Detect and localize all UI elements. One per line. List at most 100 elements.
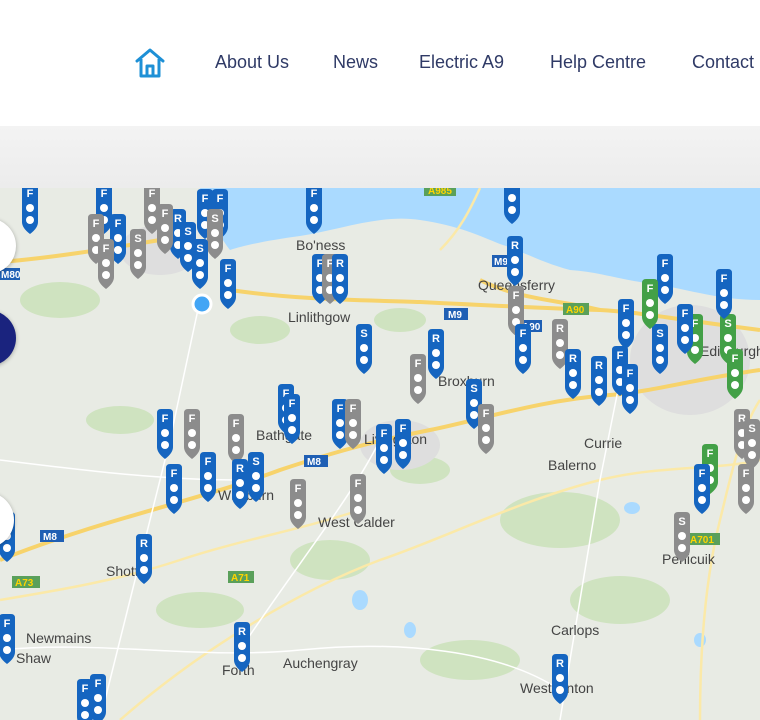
home-icon[interactable]: [134, 46, 166, 80]
map-canvas[interactable]: Bo'ness Queensferry Linlithgow Broxburn …: [0, 188, 760, 720]
charging-pin[interactable]: F: [677, 304, 693, 354]
charging-pin-label: R: [569, 353, 577, 365]
charging-pin[interactable]: F: [345, 399, 361, 449]
svg-text:A71: A71: [231, 573, 250, 584]
charging-pin[interactable]: F: [618, 299, 634, 349]
charging-map[interactable]: Bo'ness Queensferry Linlithgow Broxburn …: [0, 188, 760, 720]
charging-pin[interactable]: F: [478, 404, 494, 454]
charging-pin[interactable]: S: [207, 209, 223, 259]
charging-pin[interactable]: F: [738, 464, 754, 514]
charging-pin-dot: [134, 249, 142, 257]
charging-pin[interactable]: F: [220, 259, 236, 309]
charging-pin[interactable]: F: [642, 279, 658, 329]
charging-pin-dot: [399, 439, 407, 447]
charging-pin[interactable]: F: [395, 419, 411, 469]
charging-pin[interactable]: F: [290, 479, 306, 529]
svg-text:A701: A701: [690, 535, 714, 546]
charging-pin[interactable]: F: [200, 452, 216, 502]
charging-pin-dot: [354, 494, 362, 502]
charging-pin[interactable]: R: [591, 356, 607, 406]
place-label: Balerno: [548, 457, 596, 473]
charging-pin-label: R: [556, 323, 564, 335]
charging-pin[interactable]: F: [166, 464, 182, 514]
charging-pin[interactable]: F: [727, 349, 743, 399]
charging-pin[interactable]: S: [744, 419, 760, 469]
charging-pin-dot: [656, 344, 664, 352]
charging-pin-dot: [148, 216, 156, 224]
charging-pin[interactable]: F: [22, 188, 38, 234]
charging-pin[interactable]: S: [356, 324, 372, 374]
charging-pin[interactable]: F: [515, 324, 531, 374]
charging-pin-dot: [622, 319, 630, 327]
nav-help-centre[interactable]: Help Centre: [550, 52, 646, 73]
charging-pin-dot: [380, 444, 388, 452]
charging-pin[interactable]: F: [90, 674, 106, 720]
charging-pin-dot: [252, 472, 260, 480]
charging-pin-dot: [626, 396, 634, 404]
place-label: Bo'ness: [296, 237, 345, 253]
charging-pin-dot: [681, 336, 689, 344]
charging-pin-dot: [236, 479, 244, 487]
charging-pin[interactable]: R: [332, 254, 348, 304]
charging-pin[interactable]: S: [192, 239, 208, 289]
charging-pin-label: F: [520, 328, 527, 340]
charging-pin-dot: [204, 472, 212, 480]
charging-pin-dot: [161, 236, 169, 244]
road-shield: M8: [304, 455, 328, 468]
charging-pin-dot: [569, 369, 577, 377]
charging-pin-label: F: [115, 218, 122, 230]
nav-about-us[interactable]: About Us: [215, 52, 289, 73]
charging-pin[interactable]: F: [694, 464, 710, 514]
charging-pin[interactable]: R: [428, 329, 444, 379]
charging-pin-label: F: [707, 448, 714, 460]
charging-pin[interactable]: R: [232, 459, 248, 509]
charging-pin[interactable]: R: [234, 622, 250, 672]
svg-text:A985: A985: [428, 188, 452, 197]
charging-pin-dot: [238, 654, 246, 662]
charging-pin-dot: [204, 484, 212, 492]
charging-pin[interactable]: F: [184, 409, 200, 459]
charging-pin-dot: [698, 484, 706, 492]
charging-pin-label: S: [184, 226, 191, 238]
charging-pin[interactable]: F: [410, 354, 426, 404]
charging-pin[interactable]: F: [622, 364, 638, 414]
charging-pin-dot: [661, 274, 669, 282]
charging-pin[interactable]: R: [507, 236, 523, 286]
charging-pin-label: R: [140, 538, 148, 550]
charging-pin[interactable]: F: [306, 188, 322, 234]
nav-contact[interactable]: Contact: [692, 52, 754, 73]
charging-pin-dot: [336, 419, 344, 427]
charging-pin[interactable]: F: [157, 204, 173, 254]
charging-pin-dot: [678, 544, 686, 552]
charging-pin[interactable]: S: [248, 452, 264, 502]
charging-pin-dot: [720, 289, 728, 297]
charging-pin-dot: [748, 451, 756, 459]
charging-pin-label: F: [732, 353, 739, 365]
place-label: Auchengray: [283, 655, 358, 671]
charging-pin[interactable]: F: [0, 614, 15, 664]
charging-pin[interactable]: F: [284, 394, 300, 444]
charging-pin-label: S: [678, 516, 685, 528]
charging-pin[interactable]: F: [350, 474, 366, 524]
charging-pin[interactable]: F: [228, 414, 244, 464]
charging-pin-dot: [94, 694, 102, 702]
charging-pin[interactable]: S: [674, 512, 690, 562]
charging-pin-label: S: [508, 188, 515, 190]
charging-pin[interactable]: R: [552, 654, 568, 704]
charging-pin-dot: [569, 381, 577, 389]
nav-electric-a9[interactable]: Electric A9: [419, 52, 504, 73]
charging-pin-label: F: [415, 358, 422, 370]
charging-pin[interactable]: F: [157, 409, 173, 459]
charging-pin[interactable]: R: [565, 349, 581, 399]
charging-pin[interactable]: S: [130, 229, 146, 279]
charging-pin[interactable]: S: [652, 324, 668, 374]
charging-pin[interactable]: F: [98, 239, 114, 289]
nav-news[interactable]: News: [333, 52, 378, 73]
charging-pin[interactable]: F: [657, 254, 673, 304]
charging-pin[interactable]: R: [136, 534, 152, 584]
charging-pin[interactable]: F: [376, 424, 392, 474]
charging-pin-dot: [482, 436, 490, 444]
charging-pin[interactable]: F: [716, 269, 732, 319]
charging-pin-label: R: [236, 463, 244, 475]
charging-pin-dot: [380, 456, 388, 464]
